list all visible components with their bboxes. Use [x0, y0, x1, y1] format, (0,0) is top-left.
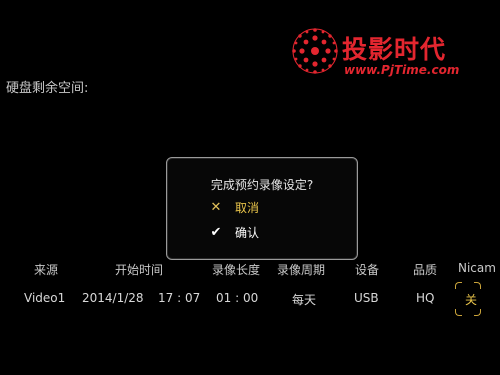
close-icon: ✕ [210, 200, 222, 215]
confirm-schedule-dialog: 完成预约录像设定? ✕ 取消 ✔ 确认 [166, 157, 358, 260]
confirm-option-label: 确认 [235, 226, 260, 240]
row-nicam-value: 关 [465, 293, 478, 307]
disk-free-space-label: 硬盘剩余空间: [6, 81, 89, 96]
check-icon: ✔ [210, 225, 222, 240]
column-header-source: 来源 [34, 263, 59, 277]
row-device[interactable]: USB [354, 291, 379, 305]
column-header-device: 设备 [355, 263, 380, 277]
column-header-nicam: Nicam [458, 261, 496, 275]
row-quality[interactable]: HQ [416, 291, 434, 305]
pjtime-logo-url: www.PjTime.com [344, 63, 460, 77]
row-period[interactable]: 每天 [292, 291, 316, 308]
selector-corner [474, 309, 481, 316]
selector-corner [474, 282, 481, 289]
selector-corner [455, 282, 462, 289]
cancel-option-label: 取消 [235, 201, 260, 215]
column-header-duration: 录像长度 [212, 263, 261, 277]
row-date[interactable]: 2014/1/28 [82, 291, 144, 305]
row-source[interactable]: Video1 [24, 291, 65, 305]
column-header-period: 录像周期 [277, 263, 326, 277]
row-start-time[interactable]: 17 : 07 [158, 291, 200, 305]
column-header-quality: 品质 [413, 263, 438, 277]
column-header-start-time: 开始时间 [115, 263, 164, 277]
dialog-title: 完成预约录像设定? [210, 178, 314, 192]
confirm-option[interactable]: ✔ 确认 [209, 225, 329, 243]
row-duration[interactable]: 01 : 00 [216, 291, 258, 305]
selector-corner [455, 309, 462, 316]
pjtime-logo-text: 投影时代 [342, 35, 447, 64]
pjtime-logo-disc [290, 26, 340, 76]
cancel-option[interactable]: ✕ 取消 [209, 200, 329, 218]
